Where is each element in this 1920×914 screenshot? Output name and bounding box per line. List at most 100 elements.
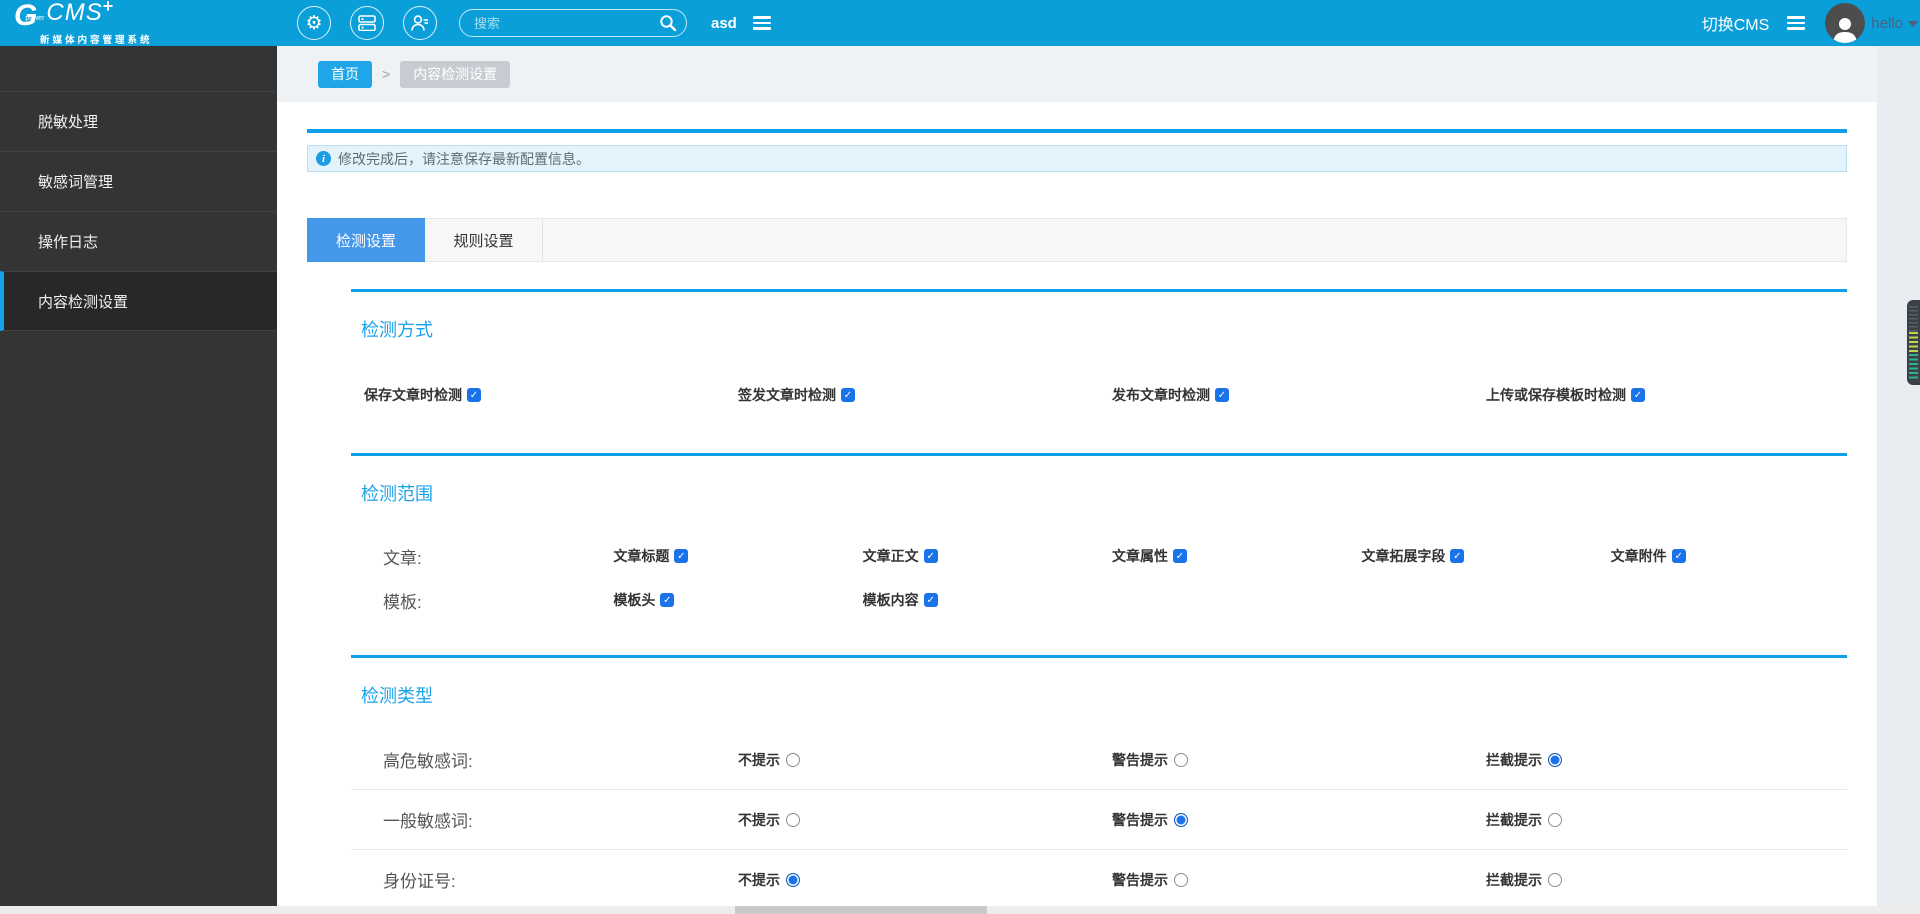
detect-type-row: 高危敏感词: 不提示 警告提示 拦截提示 xyxy=(351,730,1847,790)
sidebar-item-敏感词管理[interactable]: 敏感词管理 xyxy=(0,151,277,211)
checkbox-label: 文章属性 xyxy=(1111,548,1168,564)
checkbox-label: 签发文章时检测 xyxy=(738,387,836,403)
method-options-row: 保存文章时检测 ✓ 签发文章时检测 ✓ 发布文章时检测 ✓ 上传或保存模板时检测 ✓ xyxy=(351,380,1847,410)
checkbox-option: 发布文章时检测 ✓ xyxy=(1099,385,1473,405)
breadcrumb-current-button[interactable]: 内容检测设置 xyxy=(400,60,511,88)
tab-label: 规则设置 xyxy=(453,232,514,250)
radio-button[interactable] xyxy=(1548,812,1562,827)
radio-option: 警告提示 xyxy=(1099,750,1473,770)
user-dropdown[interactable]: hello xyxy=(1871,15,1918,32)
section-title-method: 检测方式 xyxy=(361,320,433,340)
radio-button[interactable] xyxy=(1548,752,1562,767)
breadcrumb: 首页 > 内容检测设置 xyxy=(277,46,1877,102)
detect-type-rows: 高危敏感词: 不提示 警告提示 拦截提示 一般敏感词: 不提示 警告提示 拦截提示 身份证号: 不… xyxy=(351,730,1847,906)
section-divider xyxy=(351,289,1847,292)
detect-type-row-label: 高危敏感词: xyxy=(383,752,473,771)
checkbox[interactable]: ✓ xyxy=(841,388,855,402)
sidebar-item-操作日志[interactable]: 操作日志 xyxy=(0,211,277,271)
search-input[interactable] xyxy=(459,9,687,37)
top-header: G power CMS + 新媒体内容管理系统 ⚙ asd xyxy=(0,0,1920,46)
tab-检测设置[interactable]: 检测设置 xyxy=(307,218,425,262)
sidebar-item-脱敏处理[interactable]: 脱敏处理 xyxy=(0,91,277,151)
app-logo: G power CMS + 新媒体内容管理系统 xyxy=(0,0,278,46)
right-menu-icon[interactable] xyxy=(1787,13,1806,33)
breadcrumb-separator: > xyxy=(382,66,391,82)
radio-button[interactable] xyxy=(1548,872,1562,887)
checkbox[interactable]: ✓ xyxy=(1172,549,1187,563)
checkbox-option: 上传或保存模板时检测 ✓ xyxy=(1473,385,1847,405)
checkbox-label: 文章正文 xyxy=(862,548,919,564)
logo-plus: + xyxy=(102,0,114,16)
sidebar-menu: 脱敏处理敏感词管理操作日志内容检测设置 xyxy=(0,91,277,331)
avatar-person-icon xyxy=(1833,18,1858,43)
search-icon[interactable] xyxy=(659,14,677,32)
radio-button[interactable] xyxy=(786,752,800,767)
shortcut-text[interactable]: asd xyxy=(711,15,737,32)
sidebar-item-label: 敏感词管理 xyxy=(38,174,114,191)
info-alert-text: 修改完成后，请注意保存最新配置信息。 xyxy=(338,150,590,167)
logo-power-text: power xyxy=(25,14,45,22)
checkbox-option: 文章正文 ✓ xyxy=(850,546,1099,566)
checkbox-option: 文章拓展字段 ✓ xyxy=(1348,546,1597,566)
header-search xyxy=(459,9,687,37)
radio-button[interactable] xyxy=(786,872,800,887)
switch-cms-button[interactable]: 切换CMS xyxy=(1702,11,1770,35)
section-divider xyxy=(351,655,1847,658)
radio-option: 不提示 xyxy=(725,750,1099,770)
radio-option: 拦截提示 xyxy=(1473,750,1847,770)
radio-button[interactable] xyxy=(786,812,800,827)
radio-label: 拦截提示 xyxy=(1486,871,1542,888)
user-admin-button[interactable] xyxy=(403,6,437,40)
radio-option: 不提示 xyxy=(725,870,1099,890)
horizontal-scrollbar[interactable] xyxy=(0,906,1920,914)
radio-label: 拦截提示 xyxy=(1486,811,1542,828)
gear-icon: ⚙ xyxy=(305,11,323,34)
main-panel: 首页 > 内容检测设置 i 修改完成后，请注意保存最新配置信息。 检测设置 规则设… xyxy=(277,46,1877,906)
widget-teal-stripes xyxy=(1909,354,1918,379)
checkbox-label: 上传或保存模板时检测 xyxy=(1486,387,1626,403)
checkbox-option: 文章属性 ✓ xyxy=(1099,546,1348,566)
detect-type-row: 身份证号: 不提示 警告提示 拦截提示 xyxy=(351,850,1847,906)
radio-option: 拦截提示 xyxy=(1473,810,1847,830)
radio-button[interactable] xyxy=(1174,812,1188,827)
checkbox[interactable]: ✓ xyxy=(660,593,675,607)
tab-label: 检测设置 xyxy=(335,232,396,250)
radio-option: 警告提示 xyxy=(1099,810,1473,830)
checkbox[interactable]: ✓ xyxy=(1215,388,1229,402)
sidebar-item-label: 脱敏处理 xyxy=(38,114,99,131)
modules-button[interactable] xyxy=(350,6,384,40)
browser-extension-scroll-widget[interactable] xyxy=(1907,300,1920,385)
checkbox-option: 模板头 ✓ xyxy=(600,590,849,610)
radio-label: 拦截提示 xyxy=(1486,751,1542,768)
horizontal-scrollbar-thumb[interactable] xyxy=(735,906,987,914)
menu-icon[interactable] xyxy=(752,13,771,33)
checkbox[interactable]: ✓ xyxy=(923,593,938,607)
checkbox[interactable]: ✓ xyxy=(467,388,481,402)
checkbox[interactable]: ✓ xyxy=(923,549,938,563)
checkbox[interactable]: ✓ xyxy=(1631,388,1645,402)
radio-button[interactable] xyxy=(1174,752,1188,767)
avatar[interactable] xyxy=(1825,3,1866,43)
radio-label: 警告提示 xyxy=(1112,751,1168,768)
checkbox[interactable]: ✓ xyxy=(1450,549,1465,563)
scope-row-label: 模板: xyxy=(383,592,422,612)
user-name: hello xyxy=(1871,14,1903,32)
settings-button[interactable]: ⚙ xyxy=(297,6,331,40)
radio-label: 不提示 xyxy=(738,811,780,828)
checkbox-label: 保存文章时检测 xyxy=(364,387,462,403)
radio-button[interactable] xyxy=(1174,872,1188,887)
breadcrumb-home-button[interactable]: 首页 xyxy=(318,60,372,88)
checkbox-label: 发布文章时检测 xyxy=(1112,387,1210,403)
checkbox[interactable]: ✓ xyxy=(674,549,689,563)
sidebar-item-label: 操作日志 xyxy=(38,234,99,251)
checkbox[interactable]: ✓ xyxy=(1671,549,1686,563)
tab-规则设置[interactable]: 规则设置 xyxy=(425,219,543,261)
checkbox-option: 模板内容 ✓ xyxy=(850,590,1099,610)
widget-yellow-stripes xyxy=(1909,332,1918,354)
radio-label: 警告提示 xyxy=(1112,871,1168,888)
scope-rows: 文章: 文章标题 ✓ 文章正文 ✓ 文章属性 ✓ 文章拓展字段 ✓ 文章附件 ✓ 模板: 模板头 ✓ 模板内… xyxy=(351,534,1847,622)
radio-option: 拦截提示 xyxy=(1473,870,1847,890)
scope-row: 文章: 文章标题 ✓ 文章正文 ✓ 文章属性 ✓ 文章拓展字段 ✓ 文章附件 ✓ xyxy=(351,534,1847,578)
sidebar-item-内容检测设置[interactable]: 内容检测设置 xyxy=(0,271,277,331)
info-icon: i xyxy=(316,151,331,166)
